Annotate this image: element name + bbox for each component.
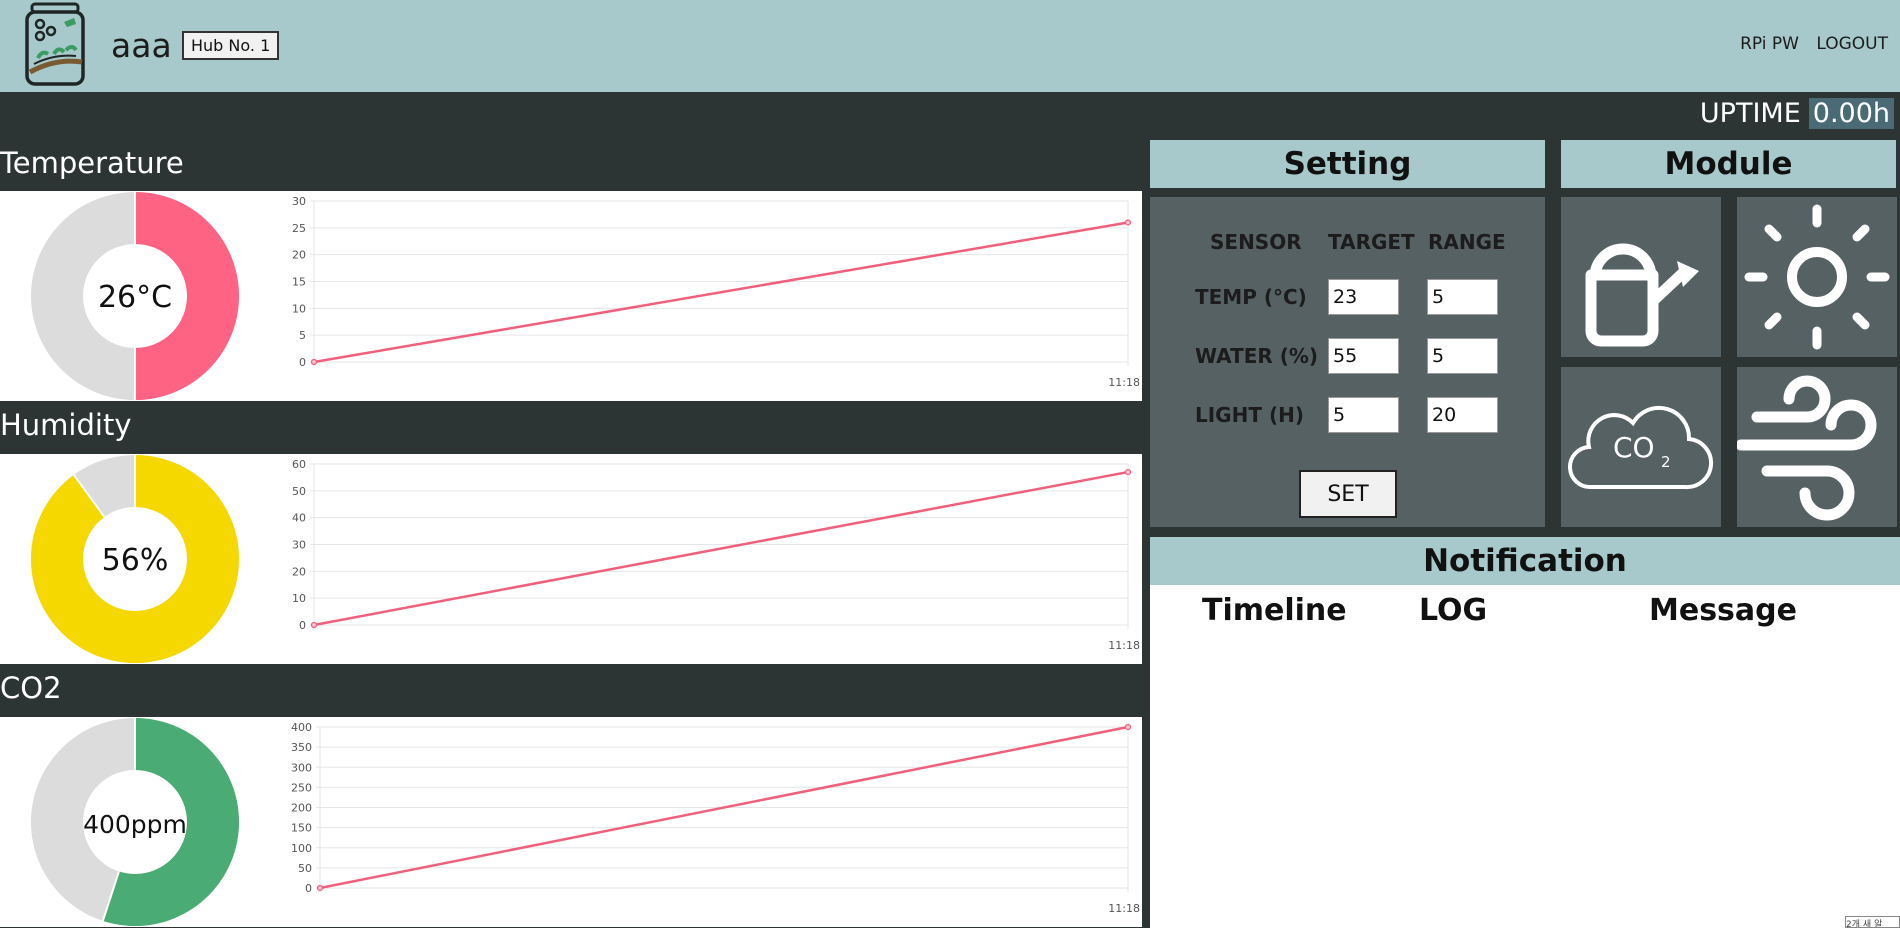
y-tick-label: 400 — [291, 721, 312, 734]
gauge-value-label: 26°C — [98, 280, 172, 315]
y-tick-label: 50 — [292, 485, 306, 498]
y-tick-label: 0 — [299, 619, 306, 632]
y-tick-label: 60 — [292, 458, 306, 471]
x-tick-label: 11:18 — [1108, 639, 1140, 652]
y-tick-label: 150 — [291, 822, 312, 835]
timeline-column-header: Timeline — [1202, 593, 1347, 628]
setting-panel: SENSOR TARGET RANGE TEMP (°C) WATER (%) … — [1150, 197, 1545, 527]
data-point — [310, 358, 318, 366]
humidity-panel: 56% 0 10 20 30 40 50 60 11:18 — [0, 454, 1142, 664]
y-tick-label: 5 — [299, 329, 306, 342]
y-tick-label: 30 — [292, 539, 306, 552]
temperature-title: Temperature — [0, 146, 184, 180]
co2-title: CO2 — [0, 671, 62, 705]
username: aaa — [111, 26, 172, 65]
co2-module-button[interactable]: CO 2 — [1561, 367, 1721, 527]
watering-module-button[interactable] — [1561, 197, 1721, 357]
uptime-label: UPTIME — [1699, 98, 1801, 129]
co2-gauge: 400ppm — [31, 718, 239, 926]
gauge-value-label: 400ppm — [83, 810, 187, 839]
co2-subscript: 2 — [1661, 453, 1671, 471]
notification-header: Notification — [1150, 537, 1900, 585]
range-column-header: RANGE — [1428, 230, 1506, 254]
temp-target-input[interactable] — [1328, 279, 1399, 315]
y-tick-label: 350 — [291, 741, 312, 754]
y-tick-label: 25 — [292, 222, 306, 235]
data-point — [310, 621, 318, 629]
y-tick-label: 50 — [298, 862, 312, 875]
setting-header: Setting — [1150, 140, 1545, 188]
y-tick-label: 0 — [305, 882, 312, 895]
wind-icon — [1735, 375, 1877, 521]
humidity-chart: 0 10 20 30 40 50 60 11:18 — [292, 458, 1140, 652]
log-column-header: LOG — [1419, 593, 1488, 628]
hub-select-button[interactable]: Hub No. 1 — [182, 31, 280, 60]
set-button[interactable]: SET — [1299, 470, 1397, 518]
light-module-button[interactable] — [1737, 197, 1897, 357]
y-tick-label: 200 — [291, 802, 312, 815]
water-range-input[interactable] — [1427, 338, 1498, 374]
sun-icon — [1744, 204, 1890, 350]
y-tick-label: 10 — [292, 592, 306, 605]
uptime-value: 0.00h — [1808, 98, 1894, 129]
logout-link[interactable]: LOGOUT — [1816, 34, 1888, 54]
y-tick-label: 30 — [292, 195, 306, 208]
data-point — [316, 884, 324, 892]
series-line — [313, 221, 1129, 364]
light-range-input[interactable] — [1427, 397, 1498, 433]
water-label: WATER (%) — [1195, 344, 1319, 368]
sensor-column-header: SENSOR — [1210, 230, 1302, 254]
y-tick-label: 20 — [292, 565, 306, 578]
temp-range-input[interactable] — [1427, 279, 1498, 315]
message-column-header: Message — [1649, 593, 1797, 628]
light-target-input[interactable] — [1328, 397, 1399, 433]
temp-label: TEMP (°C) — [1195, 285, 1307, 309]
top-nav: RPi PW LOGOUT — [1728, 34, 1888, 54]
data-point — [1124, 468, 1132, 476]
co2-cloud-icon: CO 2 — [1567, 405, 1714, 490]
header: aaa Hub No. 1 RPi PW LOGOUT — [0, 0, 1900, 92]
y-tick-label: 250 — [291, 781, 312, 794]
co2-panel: 400ppm 0 50 100 150 200 250 300 350 400 11:18 — [0, 717, 1142, 927]
temperature-gauge: 26°C — [31, 192, 239, 400]
y-tick-label: 10 — [292, 302, 306, 315]
notification-panel: Timeline LOG Message — [1150, 585, 1900, 928]
x-tick-label: 11:18 — [1108, 376, 1140, 389]
series-line — [313, 470, 1129, 627]
data-point — [1124, 219, 1132, 226]
light-label: LIGHT (H) — [1195, 403, 1304, 427]
y-tick-label: 100 — [291, 842, 312, 855]
gauge-value-label: 56% — [102, 543, 169, 578]
temperature-chart: 0 5 10 15 20 25 30 11:18 — [292, 195, 1140, 389]
co2-chart: 0 50 100 150 200 250 300 350 400 11:18 — [291, 721, 1140, 915]
rpi-pw-link[interactable]: RPi PW — [1740, 34, 1799, 54]
co2-label: CO — [1613, 431, 1655, 464]
target-column-header: TARGET — [1328, 230, 1415, 254]
y-tick-label: 0 — [299, 356, 306, 369]
y-tick-label: 40 — [292, 512, 306, 525]
y-tick-label: 20 — [292, 249, 306, 262]
uptime-display: UPTIME 0.00h — [1700, 98, 1894, 129]
watering-can-icon — [1585, 243, 1699, 347]
temperature-panel: 26°C 0 5 10 15 20 25 30 11:18 — [0, 191, 1142, 401]
x-tick-label: 11:18 — [1108, 902, 1140, 915]
water-target-input[interactable] — [1328, 338, 1399, 374]
humidity-gauge: 56% — [31, 455, 239, 663]
humidity-title: Humidity — [0, 408, 132, 442]
terrarium-jar-logo — [24, 2, 88, 88]
y-tick-label: 300 — [291, 761, 312, 774]
module-header: Module — [1561, 140, 1896, 188]
notification-tooltip: 2개 새 알 — [1845, 916, 1900, 928]
data-point — [1124, 723, 1132, 731]
y-tick-label: 15 — [292, 276, 306, 289]
fan-module-button[interactable] — [1735, 367, 1897, 527]
